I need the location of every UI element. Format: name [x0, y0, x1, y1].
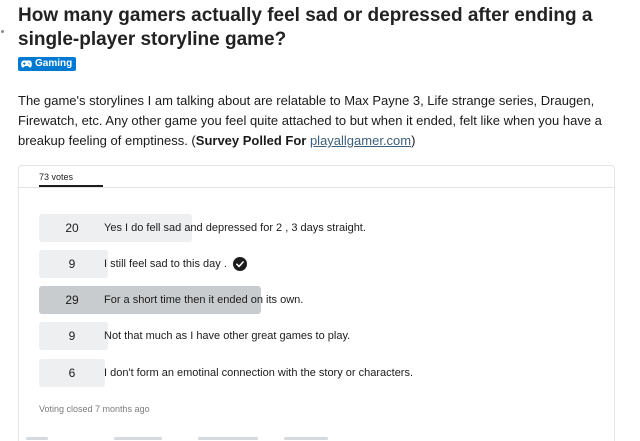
selected-check-icon — [232, 257, 247, 271]
post-page: How many gamers actually feel sad or dep… — [0, 0, 640, 441]
poll-container: 73 votes 20 Yes I do fell sad and depres… — [18, 165, 615, 441]
poll-header: 73 votes — [19, 166, 614, 188]
post-body-end: ) — [411, 133, 416, 148]
total-votes[interactable]: 73 votes — [39, 172, 73, 182]
action-item[interactable] — [26, 437, 48, 440]
option-label: Not that much as I have other great game… — [104, 330, 351, 342]
votes-tab-underline — [39, 185, 103, 187]
voting-status: Voting closed 7 months ago — [39, 404, 150, 414]
poll-option: 20 Yes I do fell sad and depressed for 2… — [39, 214, 599, 242]
poll-option: 9 I still feel sad to this day . — [39, 250, 599, 278]
source-link[interactable]: playallgamer.com — [310, 133, 411, 148]
gamepad-icon — [21, 60, 32, 68]
poll-option: 9 Not that much as I have other great ga… — [39, 322, 599, 350]
action-item[interactable] — [284, 437, 328, 440]
option-label: I still feel sad to this day . — [104, 258, 227, 270]
option-count: 6 — [68, 366, 76, 380]
flair-badge[interactable]: Gaming — [18, 57, 77, 71]
poll-option: 29 For a short time then it ended on its… — [39, 286, 599, 314]
post-title[interactable]: How many gamers actually feel sad or dep… — [18, 4, 618, 52]
option-count: 29 — [65, 293, 79, 307]
option-label: I don't form an emotinal connection with… — [104, 367, 414, 379]
action-bar-cutoff — [18, 435, 348, 441]
option-count: 20 — [65, 221, 79, 235]
post-body: The game's storylines I am talking about… — [18, 91, 628, 151]
option-count: 9 — [68, 257, 76, 271]
option-label: Yes I do fell sad and depressed for 2 , … — [104, 222, 366, 234]
option-label: For a short time then it ended on its ow… — [104, 294, 304, 306]
poll-option: 6 I don't form an emotinal connection wi… — [39, 359, 599, 387]
post-body-bold: Survey Polled For — [195, 133, 307, 148]
bullet-dot — [1, 30, 4, 33]
action-item[interactable] — [114, 437, 162, 440]
flair-label: Gaming — [35, 58, 73, 69]
option-count: 9 — [68, 329, 76, 343]
action-item[interactable] — [198, 437, 258, 440]
